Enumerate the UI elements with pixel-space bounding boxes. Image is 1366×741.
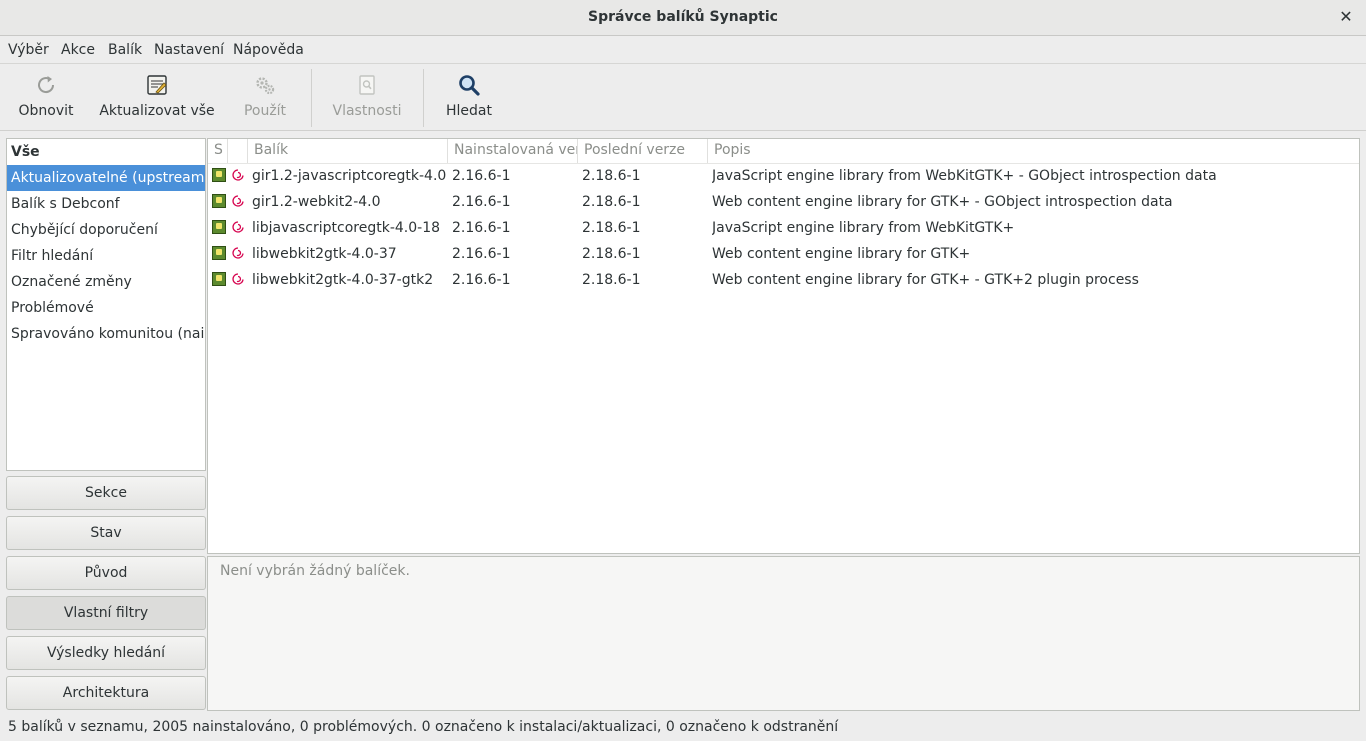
architecture-button[interactable]: Architektura — [6, 676, 206, 710]
filter-item-missing-recommends[interactable]: Chybějící doporučení — [7, 217, 205, 243]
custom-filters-button[interactable]: Vlastní filtry — [6, 596, 206, 630]
apply-gears-icon — [256, 77, 275, 95]
status-button[interactable]: Stav — [6, 516, 206, 550]
debian-icon — [232, 273, 244, 285]
properties-button[interactable]: Vlastnosti — [324, 65, 410, 131]
package-name: libwebkit2gtk-4.0-37-gtk2 — [252, 272, 434, 288]
table-row[interactable]: libwebkit2gtk-4.0-37-gtk2 2.16.6-1 2.18.… — [208, 267, 1359, 293]
toolbar: Obnovit Aktualizovat vše Použít Vlastnos… — [0, 65, 1366, 131]
latest-version: 2.18.6-1 — [582, 220, 641, 236]
search-icon — [459, 75, 480, 96]
properties-icon — [359, 75, 375, 95]
column-package[interactable]: Balík — [248, 139, 448, 163]
menu-select[interactable]: Výběr — [8, 42, 49, 58]
debian-icon — [232, 195, 244, 207]
column-description[interactable]: Popis — [708, 139, 1359, 163]
menu-package[interactable]: Balík — [108, 42, 142, 58]
filter-item-debconf[interactable]: Balík s Debconf — [7, 191, 205, 217]
table-row[interactable]: gir1.2-webkit2-4.0 2.16.6-1 2.18.6-1 Web… — [208, 189, 1359, 215]
debian-icon — [232, 247, 244, 259]
reload-icon — [38, 76, 55, 94]
apply-button[interactable]: Použít — [230, 65, 300, 131]
upgrade-all-icon — [147, 75, 167, 95]
search-results-button[interactable]: Výsledky hledání — [6, 636, 206, 670]
search-label: Hledat — [446, 103, 492, 119]
latest-version: 2.18.6-1 — [582, 272, 641, 288]
properties-label: Vlastnosti — [332, 103, 402, 119]
no-package-selected-text: Není vybrán žádný balíček. — [220, 563, 410, 579]
installed-upgradable-icon[interactable] — [212, 194, 226, 208]
latest-version: 2.18.6-1 — [582, 194, 641, 210]
status-bar: 5 balíků v seznamu, 2005 nainstalováno, … — [0, 713, 1366, 741]
table-row[interactable]: libjavascriptcoregtk-4.0-18 2.16.6-1 2.1… — [208, 215, 1359, 241]
window-title: Správce balíků Synaptic — [588, 9, 778, 25]
filter-item-marked-changes[interactable]: Označené změny — [7, 269, 205, 295]
package-list: S Balík Nainstalovaná verze Poslední ver… — [207, 138, 1360, 554]
package-name: libjavascriptcoregtk-4.0-18 — [252, 220, 441, 236]
package-name: gir1.2-javascriptcoregtk-4.0 — [252, 168, 446, 184]
package-name: libwebkit2gtk-4.0-37 — [252, 246, 397, 262]
package-description: Web content engine library for GTK+ - GT… — [712, 272, 1139, 288]
debian-icon — [232, 169, 244, 181]
menu-bar: Výběr Akce Balík Nastavení Nápověda — [0, 37, 1366, 64]
package-description: JavaScript engine library from WebKitGTK… — [712, 220, 1015, 236]
table-row[interactable]: libwebkit2gtk-4.0-37 2.16.6-1 2.18.6-1 W… — [208, 241, 1359, 267]
latest-version: 2.18.6-1 — [582, 168, 641, 184]
filter-item-community-maintained[interactable]: Spravováno komunitou (nainstalováno) — [7, 321, 205, 347]
origin-button[interactable]: Původ — [6, 556, 206, 590]
filter-list: Vše Aktualizovatelné (upstream) Balík s … — [6, 138, 206, 471]
mark-all-upgrades-button[interactable]: Aktualizovat vše — [98, 65, 216, 131]
close-icon[interactable]: ✕ — [1338, 8, 1354, 26]
installed-upgradable-icon[interactable] — [212, 272, 226, 286]
filter-item-broken[interactable]: Problémové — [7, 295, 205, 321]
sections-button[interactable]: Sekce — [6, 476, 206, 510]
toolbar-separator — [423, 69, 424, 127]
debian-icon — [232, 221, 244, 233]
installed-version: 2.16.6-1 — [452, 272, 511, 288]
column-status[interactable]: S — [208, 139, 228, 163]
package-description: JavaScript engine library from WebKitGTK… — [712, 168, 1217, 184]
package-name: gir1.2-webkit2-4.0 — [252, 194, 381, 210]
menu-settings[interactable]: Nastavení — [154, 42, 224, 58]
installed-version: 2.16.6-1 — [452, 246, 511, 262]
menu-actions[interactable]: Akce — [61, 42, 95, 58]
installed-version: 2.16.6-1 — [452, 220, 511, 236]
toolbar-separator — [311, 69, 312, 127]
installed-upgradable-icon[interactable] — [212, 220, 226, 234]
installed-version: 2.16.6-1 — [452, 194, 511, 210]
installed-upgradable-icon[interactable] — [212, 168, 226, 182]
filter-item-search-filter[interactable]: Filtr hledání — [7, 243, 205, 269]
column-support[interactable] — [228, 139, 248, 163]
column-installed-version[interactable]: Nainstalovaná verze — [448, 139, 578, 163]
installed-version: 2.16.6-1 — [452, 168, 511, 184]
latest-version: 2.18.6-1 — [582, 246, 641, 262]
package-description: Web content engine library for GTK+ — [712, 246, 971, 262]
status-summary: 5 balíků v seznamu, 2005 nainstalováno, … — [8, 719, 839, 735]
filter-item-all[interactable]: Vše — [7, 139, 205, 165]
installed-upgradable-icon[interactable] — [212, 246, 226, 260]
reload-button[interactable]: Obnovit — [10, 65, 82, 131]
package-details-panel: Není vybrán žádný balíček. — [207, 556, 1360, 711]
table-row[interactable]: gir1.2-javascriptcoregtk-4.0 2.16.6-1 2.… — [208, 163, 1359, 189]
column-latest-version[interactable]: Poslední verze — [578, 139, 708, 163]
search-button[interactable]: Hledat — [438, 65, 500, 131]
reload-label: Obnovit — [18, 103, 74, 119]
mark-all-upgrades-label: Aktualizovat vše — [99, 103, 215, 119]
menu-help[interactable]: Nápověda — [233, 42, 304, 58]
title-bar: Správce balíků Synaptic ✕ — [0, 0, 1366, 36]
apply-label: Použít — [243, 103, 287, 119]
package-description: Web content engine library for GTK+ - GO… — [712, 194, 1173, 210]
filter-item-upgradable[interactable]: Aktualizovatelné (upstream) — [7, 165, 205, 191]
